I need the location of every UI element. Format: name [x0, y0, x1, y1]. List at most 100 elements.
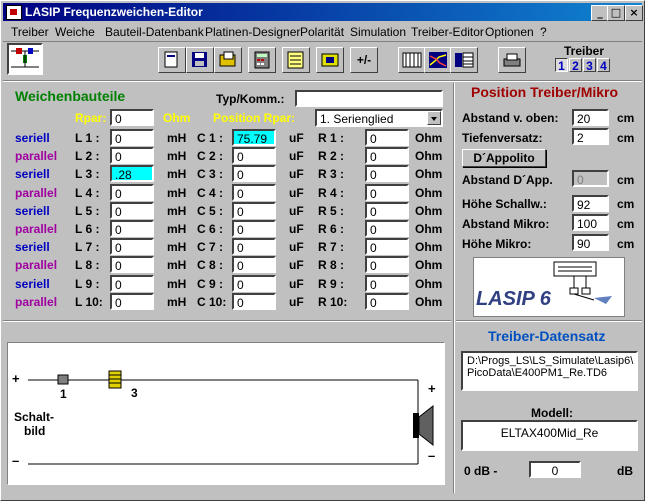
new-file-button[interactable] [158, 47, 186, 73]
menu-help[interactable]: ? [540, 25, 547, 39]
abstand-dapp-label: Abstand D´App. [462, 173, 553, 187]
capacitor-input-1[interactable]: 75.79 [232, 129, 276, 146]
abstand-oben-unit: cm [617, 111, 635, 125]
position-rpar-value: 1. Serienglied [320, 112, 394, 126]
menu-treiber-editor[interactable]: Treiber-Editor [411, 25, 484, 39]
hoehe-mikro-input[interactable]: 90 [572, 234, 609, 251]
db-offset-input[interactable]: 0 [529, 461, 581, 478]
resistor-input-9[interactable]: 0 [365, 275, 409, 292]
capacitor-input-5[interactable]: 0 [232, 202, 276, 219]
treiber-datensatz-heading: Treiber-Datensatz [488, 328, 606, 344]
treiber-tab-3[interactable]: 3 [583, 58, 596, 73]
menu-treiber[interactable]: Treiber [11, 25, 49, 39]
row-type-10: parallel [15, 295, 58, 309]
treiber-tab-1[interactable]: 1 [555, 58, 568, 73]
position-rpar-select[interactable]: 1. Serienglied [315, 109, 443, 127]
capacitor-input-7[interactable]: 0 [232, 238, 276, 255]
hoehe-mikro-label: Höhe Mikro: [462, 237, 532, 251]
inductor-label-7: L 7 : [75, 240, 100, 254]
capacitor-input-10[interactable]: 0 [232, 293, 276, 310]
component-db-button[interactable] [316, 47, 344, 73]
inductor-input-9[interactable]: 0 [110, 275, 154, 292]
resistor-input-4[interactable]: 0 [365, 184, 409, 201]
menu-simulation[interactable]: Simulation [350, 25, 406, 39]
hoehe-schallwand-input[interactable]: 92 [572, 195, 609, 212]
speaker-icon[interactable] [413, 413, 419, 438]
resistor-label-1: R 1 : [318, 131, 345, 145]
capacitor-label-9: C 9 : [197, 277, 224, 291]
resistor-input-2[interactable]: 0 [365, 147, 409, 164]
inductor-input-3[interactable]: .28 [110, 165, 154, 182]
panel-divider [453, 83, 455, 493]
resistor-input-7[interactable]: 0 [365, 238, 409, 255]
inductor-input-10[interactable]: 0 [110, 293, 154, 310]
inductor-input-6[interactable]: 0 [110, 220, 154, 237]
resistor-input-6[interactable]: 0 [365, 220, 409, 237]
row-type-6: parallel [15, 222, 58, 236]
simulation-button[interactable] [424, 47, 452, 73]
menu-polaritaet[interactable]: Polarität [300, 25, 344, 39]
notes-button[interactable] [282, 47, 310, 73]
treiber-datensatz-path[interactable]: D:\Progs_LS\LS_Simulate\Lasip6\ PicoData… [461, 351, 638, 391]
title-bar[interactable]: LASIP Frequenzweichen-Editor _ □ × [3, 3, 643, 21]
lasip-logo-text: LASIP 6 [476, 288, 551, 310]
treiber-tab-2[interactable]: 2 [569, 58, 582, 73]
abstand-oben-input[interactable]: 20 [572, 109, 609, 126]
treiber-tab-4[interactable]: 4 [597, 58, 610, 73]
capacitor-input-6[interactable]: 0 [232, 220, 276, 237]
abstand-dapp-input[interactable]: 0 [572, 170, 609, 187]
plus-right: + [428, 381, 436, 396]
db-offset-unit: dB [617, 464, 633, 478]
resistor-label-8: R 8 : [318, 258, 345, 272]
inductor-input-1[interactable]: 0 [110, 129, 154, 146]
inductor-input-5[interactable]: 0 [110, 202, 154, 219]
menu-bauteil-datenbank[interactable]: Bauteil-Datenbank [105, 25, 204, 39]
frequency-response-icon [429, 52, 447, 68]
capacitor-input-9[interactable]: 0 [232, 275, 276, 292]
typ-kommentar-input[interactable] [295, 90, 443, 107]
polarity-button[interactable]: +/- [350, 47, 378, 73]
capacitor-input-8[interactable]: 0 [232, 256, 276, 273]
position-heading: Position Treiber/Mikro [471, 84, 619, 100]
calculator-button[interactable] [248, 47, 276, 73]
close-button[interactable]: × [625, 5, 643, 21]
chevron-down-icon[interactable] [427, 111, 441, 125]
resistor-1-symbol[interactable] [57, 374, 69, 385]
capacitor-input-2[interactable]: 0 [232, 147, 276, 164]
maximize-button[interactable]: □ [607, 5, 625, 21]
inductor-unit-8: mH [167, 258, 187, 272]
datensatz-path-line-1: D:\Progs_LS\LS_Simulate\Lasip6\ [467, 355, 634, 367]
plus-left: + [12, 371, 20, 386]
pcb-button[interactable] [398, 47, 426, 73]
inductor-input-4[interactable]: 0 [110, 184, 154, 201]
resistor-unit-10: Ohm [415, 295, 443, 309]
print-button[interactable] [498, 47, 526, 73]
rpar-input[interactable]: 0 [110, 109, 154, 126]
capacitor-input-4[interactable]: 0 [232, 184, 276, 201]
row-type-7: seriell [15, 240, 50, 254]
abstand-oben-label: Abstand v. oben: [462, 111, 559, 125]
tiefenversatz-input[interactable]: 2 [572, 128, 609, 145]
capacitor-input-3[interactable]: 0 [232, 165, 276, 182]
inductor-input-8[interactable]: 0 [110, 256, 154, 273]
menu-optionen[interactable]: Optionen [485, 25, 534, 39]
resistor-input-10[interactable]: 0 [365, 293, 409, 310]
resistor-label-9: R 9 : [318, 277, 345, 291]
resistor-unit-1: Ohm [415, 131, 443, 145]
open-button[interactable] [214, 47, 242, 73]
datensatz-path-line-2: PicoData\E400PM1_Re.TD6 [467, 367, 608, 379]
resistor-input-5[interactable]: 0 [365, 202, 409, 219]
resistor-input-3[interactable]: 0 [365, 165, 409, 182]
resistor-input-8[interactable]: 0 [365, 256, 409, 273]
abstand-mikro-input[interactable]: 100 [572, 214, 609, 231]
inductor-input-2[interactable]: 0 [110, 147, 154, 164]
toolbar-divider [3, 80, 642, 82]
resistor-input-1[interactable]: 0 [365, 129, 409, 146]
inductor-input-7[interactable]: 0 [110, 238, 154, 255]
menu-weiche[interactable]: Weiche [55, 25, 95, 39]
menu-platinen-designer[interactable]: Platinen-Designer [205, 25, 300, 39]
driver-editor-button[interactable] [450, 47, 478, 73]
modell-field[interactable]: ELTAX400Mid_Re [461, 420, 638, 451]
dappolito-button[interactable]: D´Appolito [462, 149, 546, 167]
save-button[interactable] [186, 47, 214, 73]
